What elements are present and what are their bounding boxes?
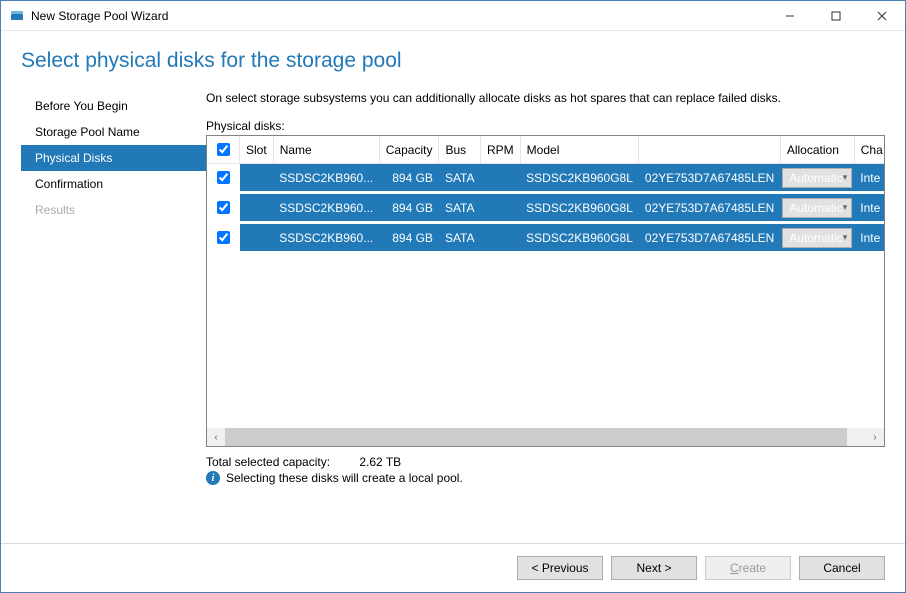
wizard-steps: Before You Begin Storage Pool Name Physi…	[21, 91, 206, 543]
table-row[interactable]: SSDSC2KB960...894 GBSATA SSDSC2KB960G8L02…	[207, 164, 884, 193]
header-select-all[interactable]	[207, 136, 240, 164]
cell-bus: SATA	[439, 193, 481, 223]
step-before-you-begin[interactable]: Before You Begin	[21, 93, 206, 119]
cell-name: SSDSC2KB960...	[273, 223, 379, 253]
cell-model: SSDSC2KB960G8L	[520, 193, 639, 223]
create-button: Create	[705, 556, 791, 580]
header-name[interactable]: Name	[273, 136, 379, 164]
intro-text: On select storage subsystems you can add…	[206, 91, 885, 105]
header-rpm[interactable]: RPM	[481, 136, 521, 164]
cell-slot	[240, 164, 274, 193]
cell-serial: 02YE753D7A67485LEN	[639, 193, 780, 223]
scroll-left-icon[interactable]: ‹	[207, 428, 225, 446]
row-checkbox[interactable]	[217, 231, 230, 244]
cell-chassis: Inte	[854, 164, 884, 193]
row-checkbox[interactable]	[217, 171, 230, 184]
previous-button[interactable]: < Previous	[517, 556, 603, 580]
header-allocation[interactable]: Allocation	[780, 136, 854, 164]
chevron-down-icon: ▾	[843, 232, 848, 243]
header-model[interactable]: Model	[520, 136, 639, 164]
row-checkbox-cell[interactable]	[207, 193, 240, 223]
cell-rpm	[481, 193, 521, 223]
header-slot[interactable]: Slot	[240, 136, 274, 164]
scroll-right-icon[interactable]: ›	[866, 428, 884, 446]
header-capacity[interactable]: Capacity	[379, 136, 439, 164]
row-checkbox[interactable]	[217, 201, 230, 214]
main-panel: On select storage subsystems you can add…	[206, 91, 885, 543]
info-text: Selecting these disks will create a loca…	[226, 471, 463, 485]
info-icon: i	[206, 471, 220, 485]
cell-rpm	[481, 164, 521, 193]
row-checkbox-cell[interactable]	[207, 164, 240, 193]
step-storage-pool-name[interactable]: Storage Pool Name	[21, 119, 206, 145]
step-confirmation[interactable]: Confirmation	[21, 171, 206, 197]
row-checkbox-cell[interactable]	[207, 223, 240, 253]
cell-model: SSDSC2KB960G8L	[520, 223, 639, 253]
allocation-dropdown[interactable]: Automatic▾	[782, 198, 852, 218]
disk-grid: Slot Name Capacity Bus RPM Model Allocat…	[206, 135, 885, 447]
cell-serial: 02YE753D7A67485LEN	[639, 164, 780, 193]
cell-allocation[interactable]: Automatic▾	[780, 193, 854, 223]
allocation-dropdown[interactable]: Automatic▾	[782, 228, 852, 248]
step-physical-disks[interactable]: Physical Disks	[21, 145, 206, 171]
cell-slot	[240, 193, 274, 223]
cell-slot	[240, 223, 274, 253]
cell-bus: SATA	[439, 223, 481, 253]
cell-rpm	[481, 223, 521, 253]
cell-capacity: 894 GB	[379, 193, 439, 223]
table-label: Physical disks:	[206, 119, 885, 133]
footer-buttons: < Previous Next > Create Cancel	[1, 543, 905, 592]
step-results: Results	[21, 197, 206, 223]
cell-serial: 02YE753D7A67485LEN	[639, 223, 780, 253]
content-area: Select physical disks for the storage po…	[1, 31, 905, 543]
window-title: New Storage Pool Wizard	[31, 9, 168, 23]
close-button[interactable]	[859, 1, 905, 31]
cell-name: SSDSC2KB960...	[273, 193, 379, 223]
header-chassis[interactable]: Cha	[854, 136, 884, 164]
summary: Total selected capacity: 2.62 TB i Selec…	[206, 455, 885, 485]
header-serial[interactable]	[639, 136, 780, 164]
wizard-window: New Storage Pool Wizard Select physical …	[0, 0, 906, 593]
cell-name: SSDSC2KB960...	[273, 164, 379, 193]
chevron-down-icon: ▾	[843, 202, 848, 213]
cell-allocation[interactable]: Automatic▾	[780, 223, 854, 253]
cell-bus: SATA	[439, 164, 481, 193]
select-all-checkbox[interactable]	[217, 143, 230, 156]
cell-allocation[interactable]: Automatic▾	[780, 164, 854, 193]
table-row[interactable]: SSDSC2KB960...894 GBSATA SSDSC2KB960G8L02…	[207, 223, 884, 253]
cell-capacity: 894 GB	[379, 223, 439, 253]
total-capacity-value: 2.62 TB	[359, 455, 401, 469]
next-button[interactable]: Next >	[611, 556, 697, 580]
horizontal-scrollbar[interactable]: ‹ ›	[207, 428, 884, 446]
cell-capacity: 894 GB	[379, 164, 439, 193]
scroll-thumb[interactable]	[225, 428, 847, 446]
allocation-dropdown[interactable]: Automatic▾	[782, 168, 852, 188]
chevron-down-icon: ▾	[843, 172, 848, 183]
total-capacity-label: Total selected capacity:	[206, 455, 356, 469]
cell-chassis: Inte	[854, 223, 884, 253]
maximize-button[interactable]	[813, 1, 859, 31]
cancel-button[interactable]: Cancel	[799, 556, 885, 580]
app-icon	[9, 8, 25, 24]
header-bus[interactable]: Bus	[439, 136, 481, 164]
cell-chassis: Inte	[854, 193, 884, 223]
table-row[interactable]: SSDSC2KB960...894 GBSATA SSDSC2KB960G8L02…	[207, 193, 884, 223]
page-title: Select physical disks for the storage po…	[21, 49, 885, 73]
cell-model: SSDSC2KB960G8L	[520, 164, 639, 193]
header-row: Slot Name Capacity Bus RPM Model Allocat…	[207, 136, 884, 164]
titlebar: New Storage Pool Wizard	[1, 1, 905, 31]
minimize-button[interactable]	[767, 1, 813, 31]
